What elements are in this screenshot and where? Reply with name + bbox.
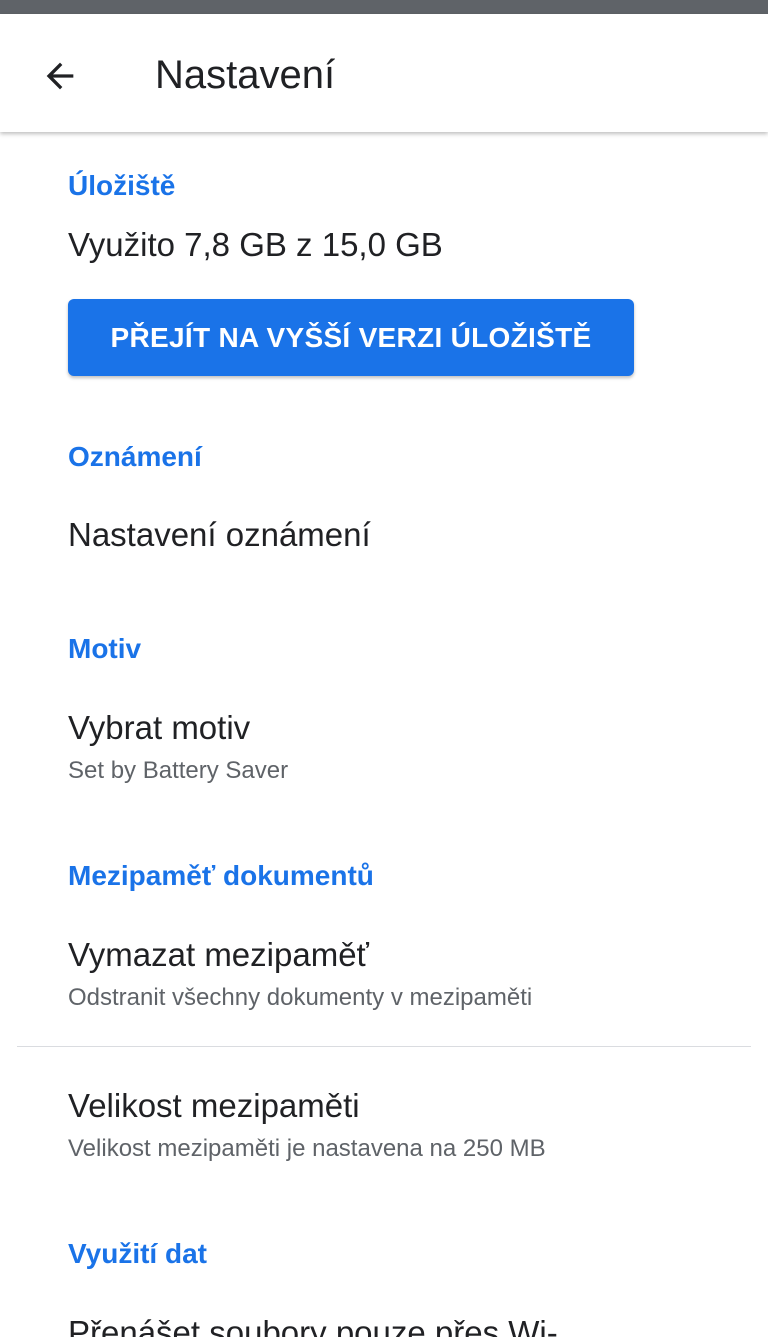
app-bar: Nastavení [0, 14, 768, 132]
section-header-data-usage: Využití dat [68, 1238, 207, 1269]
choose-theme-summary: Set by Battery Saver [68, 757, 289, 784]
arrow-left-icon [46, 62, 74, 90]
clear-cache-summary: Odstranit všechny dokumenty v mezipaměti [68, 984, 533, 1011]
cache-size-summary: Velikost mezipaměti je nastavena na 250 … [68, 1135, 546, 1162]
choose-theme-label: Vybrat motiv [68, 709, 251, 746]
page-title: Nastavení [155, 53, 336, 97]
wifi-only-row[interactable]: Přenášet soubory pouze přes Wi- [0, 1294, 768, 1337]
status-bar [0, 0, 768, 14]
section-header-theme: Motiv [68, 633, 142, 664]
notification-settings-label: Nastavení oznámení [68, 516, 371, 553]
clear-cache-row[interactable]: Vymazat mezipaměť Odstranit všechny doku… [0, 916, 768, 1036]
back-button[interactable] [28, 44, 92, 108]
settings-list: Úložiště Využito 7,8 GB z 15,0 GB PŘEJÍT… [0, 134, 768, 1337]
section-header-storage: Úložiště [68, 170, 176, 201]
cache-size-row[interactable]: Velikost mezipaměti Velikost mezipaměti … [0, 1067, 768, 1187]
storage-usage-text: Využito 7,8 GB z 15,0 GB [68, 226, 443, 263]
section-header-cache: Mezipaměť dokumentů [68, 860, 374, 891]
notification-settings-row[interactable]: Nastavení oznámení [0, 496, 768, 576]
upgrade-storage-button[interactable]: PŘEJÍT NA VYŠŠÍ VERZI ÚLOŽIŠTĚ [68, 299, 634, 376]
cache-size-label: Velikost mezipaměti [68, 1087, 360, 1124]
choose-theme-row[interactable]: Vybrat motiv Set by Battery Saver [0, 689, 768, 799]
divider [17, 1046, 751, 1047]
clear-cache-label: Vymazat mezipaměť [68, 936, 369, 973]
wifi-only-label: Přenášet soubory pouze přes Wi- [68, 1314, 558, 1337]
section-header-notifications: Oznámení [68, 441, 202, 472]
